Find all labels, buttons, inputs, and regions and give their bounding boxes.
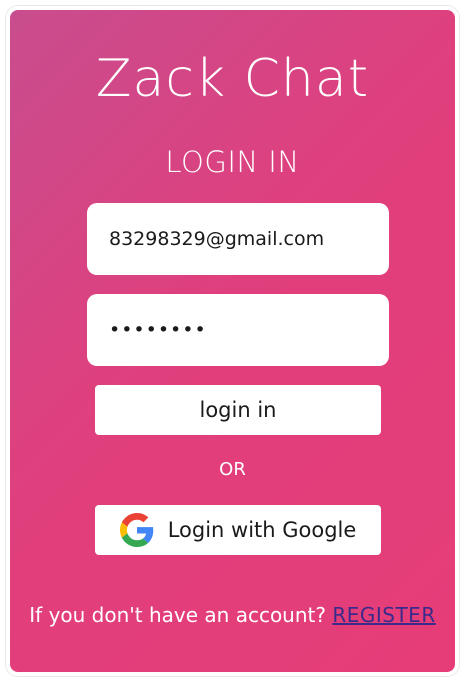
register-prompt: If you don't have an account? REGISTER [10,600,455,630]
login-button[interactable]: login in [95,385,381,435]
or-divider-text: OR [219,459,246,480]
google-login-label: Login with Google [167,518,357,542]
form-heading: LOGIN IN [165,145,300,179]
login-button-label: login in [199,398,277,422]
email-field[interactable] [87,203,389,275]
register-link[interactable]: REGISTER [332,603,435,627]
register-prompt-text: If you don't have an account? [29,603,326,627]
login-card: Zack Chat LOGIN IN login in OR Login wit… [6,6,459,676]
app-title: Zack Chat [95,49,370,109]
password-field[interactable] [87,294,389,366]
google-icon [119,513,153,547]
google-login-button[interactable]: Login with Google [95,505,381,555]
